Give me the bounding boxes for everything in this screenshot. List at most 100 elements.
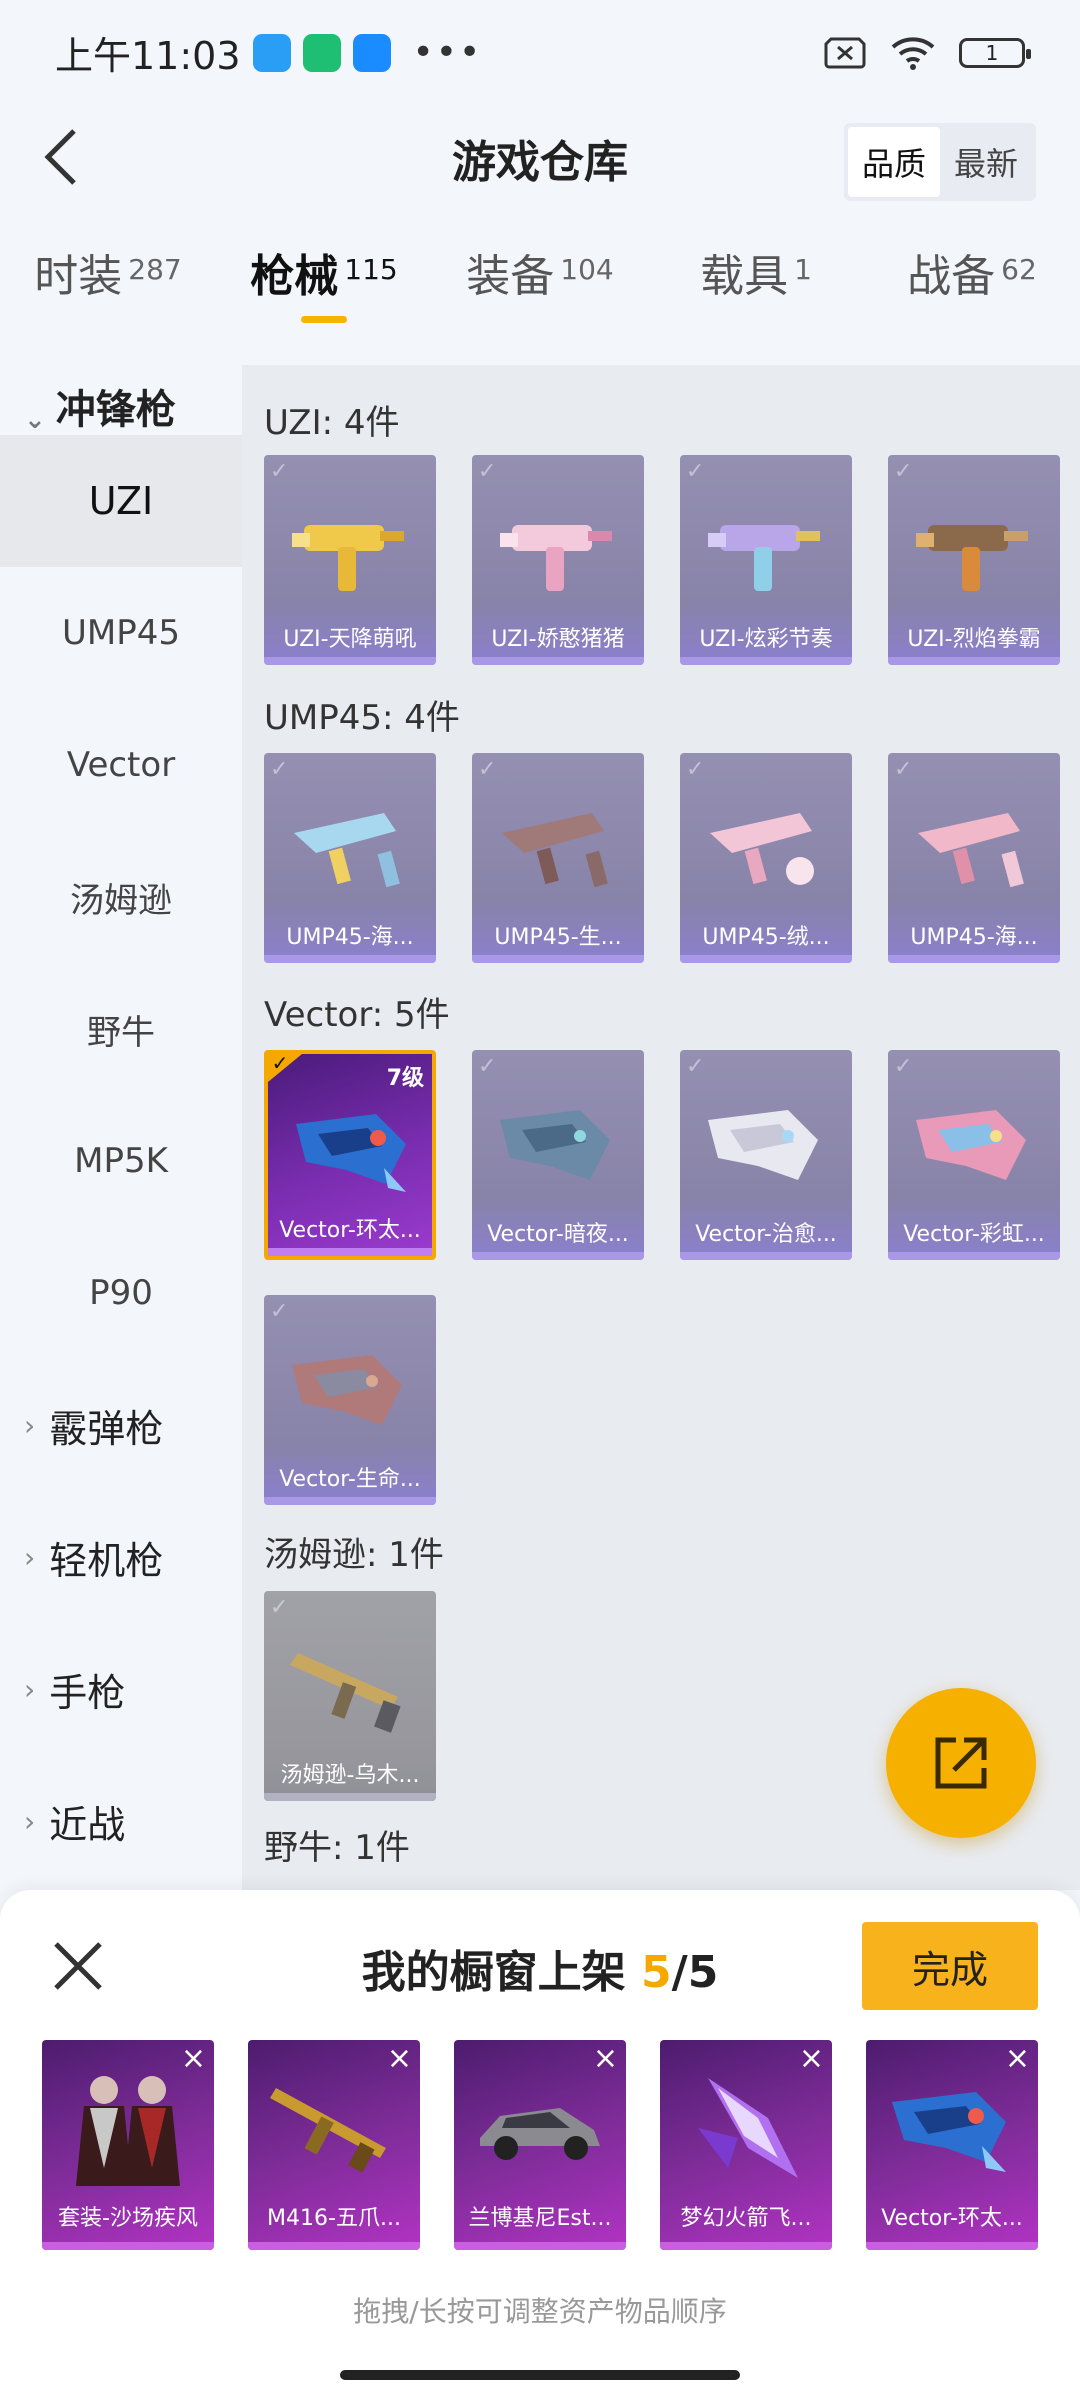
showcase-slot[interactable]: × M416-五爪...: [248, 2040, 420, 2250]
sidebar-item-vector[interactable]: Vector: [0, 699, 242, 831]
weapon-sidebar: ⌄ 冲锋枪 UZI UMP45 Vector 汤姆逊 野牛 MP5K P90 › 霰…: [0, 365, 242, 1890]
tab-vehicles[interactable]: 载具 1: [648, 240, 864, 304]
sort-latest-button[interactable]: 最新: [940, 127, 1032, 197]
sidebar-item-uzi[interactable]: UZI: [0, 435, 242, 567]
sidebar-category-melee[interactable]: › 近战: [0, 1755, 242, 1887]
vector-gun-image: [892, 2092, 1006, 2172]
quality-bar: [472, 1252, 644, 1260]
vector-gun-icon: [296, 1114, 406, 1192]
share-icon: [935, 1737, 987, 1789]
slot-name: 套装-沙场疾风: [58, 2206, 198, 2231]
check-icon: ✓: [270, 1299, 289, 1324]
weapon-card[interactable]: ✓ UMP45-生...: [472, 753, 644, 963]
wifi-icon: [891, 36, 935, 70]
done-button[interactable]: 完成: [862, 1922, 1038, 2010]
tab-label: 枪械: [250, 251, 339, 302]
rocket-glider-image: [698, 2078, 798, 2178]
tab-equipment[interactable]: 装备 104: [432, 240, 648, 304]
sidebar-category-shotgun[interactable]: › 霰弹枪: [0, 1359, 242, 1491]
sidebar-item-bison[interactable]: 野牛: [0, 963, 242, 1095]
weapon-card[interactable]: ✓ UZI-娇憨猪猪: [472, 455, 644, 665]
sidebar-category-lmg[interactable]: › 轻机枪: [0, 1491, 242, 1623]
weapon-card[interactable]: ✓ 汤姆逊-乌木...: [264, 1591, 436, 1801]
weapon-name: 汤姆逊-乌木...: [280, 1763, 420, 1788]
showcase-slot[interactable]: × 套装-沙场疾风: [42, 2040, 214, 2250]
tab-count: 115: [344, 253, 398, 286]
check-icon: ✓: [268, 1054, 302, 1082]
weapon-card[interactable]: ✓ Vector-生命...: [264, 1295, 436, 1505]
vector-gun-icon: [916, 1110, 1026, 1180]
back-arrow-icon: [44, 129, 76, 185]
showcase-shelf: × 套装-沙场疾风 × M416-五爪... × 兰博基尼Est... × 梦幻…: [42, 2040, 1038, 2250]
section-title-bison: 野牛: 1件: [264, 1828, 410, 1868]
quality-bar: [264, 955, 436, 963]
weapon-name: UZI-天降萌吼: [283, 627, 417, 652]
tab-outfits[interactable]: 时装 287: [0, 240, 216, 304]
quality-bar: [888, 1252, 1060, 1260]
vector-gun-icon: [500, 1110, 610, 1180]
weapon-card[interactable]: ✓ Vector-暗夜...: [472, 1050, 644, 1260]
check-icon: ✓: [894, 1054, 913, 1079]
share-button[interactable]: [886, 1688, 1036, 1838]
sidebar-category-pistol[interactable]: › 手枪: [0, 1623, 242, 1755]
ump45-gun-icon: [918, 813, 1024, 888]
quality-bar: [888, 955, 1060, 963]
weapon-card[interactable]: ✓ UMP45-海...: [264, 753, 436, 963]
weapon-card[interactable]: ✓ UZI-天降萌吼: [264, 455, 436, 665]
tab-count: 1: [794, 253, 812, 286]
sidebar-group-smg[interactable]: ⌄ 冲锋枪: [0, 365, 242, 435]
total-count: /5: [671, 1947, 719, 1998]
weapon-name: Vector-暗夜...: [487, 1222, 629, 1247]
tab-count: 62: [1001, 253, 1037, 286]
weapon-name: UZI-烈焰拳霸: [907, 627, 1041, 652]
check-icon: ✓: [686, 1054, 705, 1079]
sidebar-item-thompson[interactable]: 汤姆逊: [0, 831, 242, 963]
outfit-image: [76, 2076, 180, 2186]
slot-name: M416-五爪...: [267, 2206, 401, 2231]
check-icon: ✓: [478, 1054, 497, 1079]
quality-bar: [472, 955, 644, 963]
section-title-uzi: UZI: 4件: [264, 403, 400, 443]
weapon-name: Vector-生命...: [279, 1467, 421, 1492]
weapon-name: UMP45-生...: [494, 925, 622, 950]
sidebar-item-mp5k[interactable]: MP5K: [0, 1095, 242, 1227]
quality-bar: [680, 657, 852, 665]
sim-none-icon: [824, 37, 866, 68]
quality-bar: [660, 2242, 832, 2250]
active-tab-indicator: [301, 316, 347, 323]
weapon-card[interactable]: ✓ UMP45-海...: [888, 753, 1060, 963]
message-app-icon: [352, 33, 391, 72]
weapon-name: Vector-治愈...: [695, 1222, 837, 1247]
sidebar-item-ump45[interactable]: UMP45: [0, 567, 242, 699]
check-icon: ✓: [894, 757, 913, 782]
weapon-card-selected[interactable]: ✓ 7级 Vector-环太...: [264, 1050, 436, 1260]
quality-bar: [248, 2242, 420, 2250]
showcase-panel: 我的橱窗上架 5/5 完成 × 套装-沙场疾风 × M416-五爪... × 兰…: [0, 1890, 1080, 2400]
weapon-card[interactable]: ✓ Vector-彩虹...: [888, 1050, 1060, 1260]
category-tabs: 时装 287 枪械 115 装备 104 载具 1 战备 62: [0, 240, 1080, 350]
back-button[interactable]: [28, 125, 92, 189]
tab-supplies[interactable]: 战备 62: [864, 240, 1080, 304]
page-title: 游戏仓库: [452, 136, 628, 188]
home-indicator[interactable]: [340, 2370, 740, 2380]
uzi-gun-icon: [500, 525, 612, 591]
quality-bar: [888, 657, 1060, 665]
showcase-slot[interactable]: × 梦幻火箭飞...: [660, 2040, 832, 2250]
sidebar-item-p90[interactable]: P90: [0, 1227, 242, 1359]
chevron-down-icon: ⌄: [24, 405, 46, 435]
weapon-card[interactable]: ✓ UMP45-绒...: [680, 753, 852, 963]
weapon-card[interactable]: ✓ Vector-治愈...: [680, 1050, 852, 1260]
tab-count: 104: [560, 253, 614, 286]
tab-firearms[interactable]: 枪械 115: [216, 240, 432, 323]
weapon-name: UZI-娇憨猪猪: [491, 627, 625, 652]
weapon-card[interactable]: ✓ UZI-烈焰拳霸: [888, 455, 1060, 665]
weapon-card[interactable]: ✓ UZI-炫彩节奏: [680, 455, 852, 665]
slot-name: Vector-环太...: [881, 2206, 1023, 2231]
panel-title-text: 我的橱窗上架: [361, 1947, 626, 1998]
ump45-gun-icon: [502, 813, 608, 888]
sort-toggle: 品质 最新: [843, 123, 1036, 201]
sort-quality-button[interactable]: 品质: [847, 127, 940, 197]
vector-gun-icon: [292, 1355, 402, 1425]
showcase-slot[interactable]: × Vector-环太...: [866, 2040, 1038, 2250]
showcase-slot[interactable]: × 兰博基尼Est...: [454, 2040, 626, 2250]
